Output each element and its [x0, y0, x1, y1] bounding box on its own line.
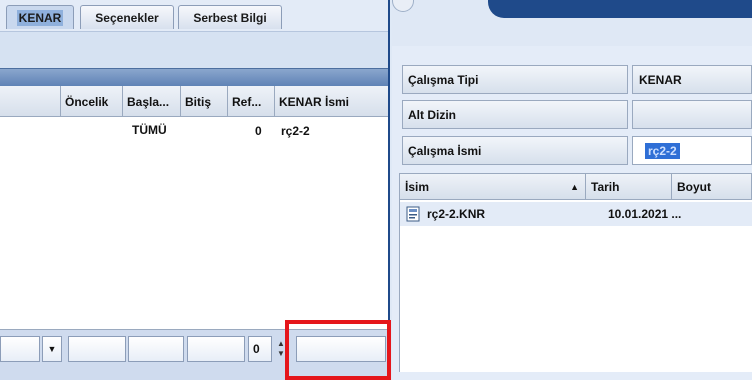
file-name: rç2-2.KNR — [427, 207, 486, 221]
toolbar-area — [0, 32, 388, 68]
tab-bar: KENAR Seçenekler Serbest Bilgi — [0, 0, 388, 32]
tab-secenekler[interactable]: Seçenekler — [80, 5, 174, 29]
grid-header: Öncelik Başla... Bitiş Ref... KENAR İsmi — [0, 86, 388, 117]
grid-title-bar — [0, 68, 388, 86]
tab-serbest-bilgi[interactable]: Serbest Bilgi — [178, 5, 282, 29]
file-list-header: İsim ▲ Tarih Boyut — [399, 173, 752, 200]
chevron-down-icon[interactable]: ▼ — [42, 336, 62, 362]
tab-secenekler-label: Seçenekler — [95, 10, 159, 25]
column-header-kenar-ismi[interactable]: KENAR İsmi — [275, 86, 388, 117]
column-header-bitis[interactable]: Bitiş — [181, 86, 228, 117]
tab-serbest-bilgi-label: Serbest Bilgi — [193, 10, 267, 25]
tab-kenar[interactable]: KENAR — [6, 5, 74, 29]
calisma-ismi-selected-text: rç2-2 — [645, 142, 680, 159]
file-column-isim-label: İsim — [405, 179, 430, 194]
file-date: 10.01.2021 ... — [608, 207, 682, 221]
file-column-tarih[interactable]: Tarih — [586, 174, 672, 199]
cell-basla: TÜMÜ — [132, 123, 167, 137]
file-icon — [406, 206, 420, 222]
calisma-ismi-input[interactable]: rç2-2 — [632, 136, 752, 165]
file-column-isim[interactable]: İsim ▲ — [400, 174, 586, 199]
counter-input[interactable]: 0 — [248, 336, 272, 362]
tab-kenar-label: KENAR — [16, 9, 64, 26]
grid-body: TÜMÜ 0 rç2-2 — [0, 117, 388, 329]
cell-kenar-ismi: rç2-2 — [281, 124, 310, 138]
footer-field-2[interactable] — [128, 336, 184, 362]
prop-label-alt-dizin: Alt Dizin — [402, 100, 628, 129]
prop-value-alt-dizin[interactable] — [632, 100, 752, 129]
column-header-ref[interactable]: Ref... — [228, 86, 275, 117]
right-title-bar — [488, 0, 752, 18]
footer-field-3[interactable] — [187, 336, 245, 362]
sort-ascending-icon: ▲ — [570, 181, 579, 192]
table-row[interactable]: TÜMÜ 0 rç2-2 — [0, 117, 388, 138]
footer-combo[interactable] — [0, 336, 40, 362]
prop-label-calisma-ismi: Çalışma İsmi — [402, 136, 628, 165]
prop-value-calisma-tipi[interactable]: KENAR — [632, 65, 752, 94]
column-header-oncelik[interactable]: Öncelik — [61, 86, 123, 117]
column-header-basla[interactable]: Başla... — [123, 86, 181, 117]
footer-field-1[interactable] — [68, 336, 126, 362]
column-header-blank[interactable] — [0, 86, 61, 117]
cell-ref: 0 — [255, 124, 262, 138]
prop-label-calisma-tipi: Çalışma Tipi — [402, 65, 628, 94]
file-column-boyut[interactable]: Boyut — [672, 174, 752, 199]
highlight-rectangle — [285, 320, 391, 380]
